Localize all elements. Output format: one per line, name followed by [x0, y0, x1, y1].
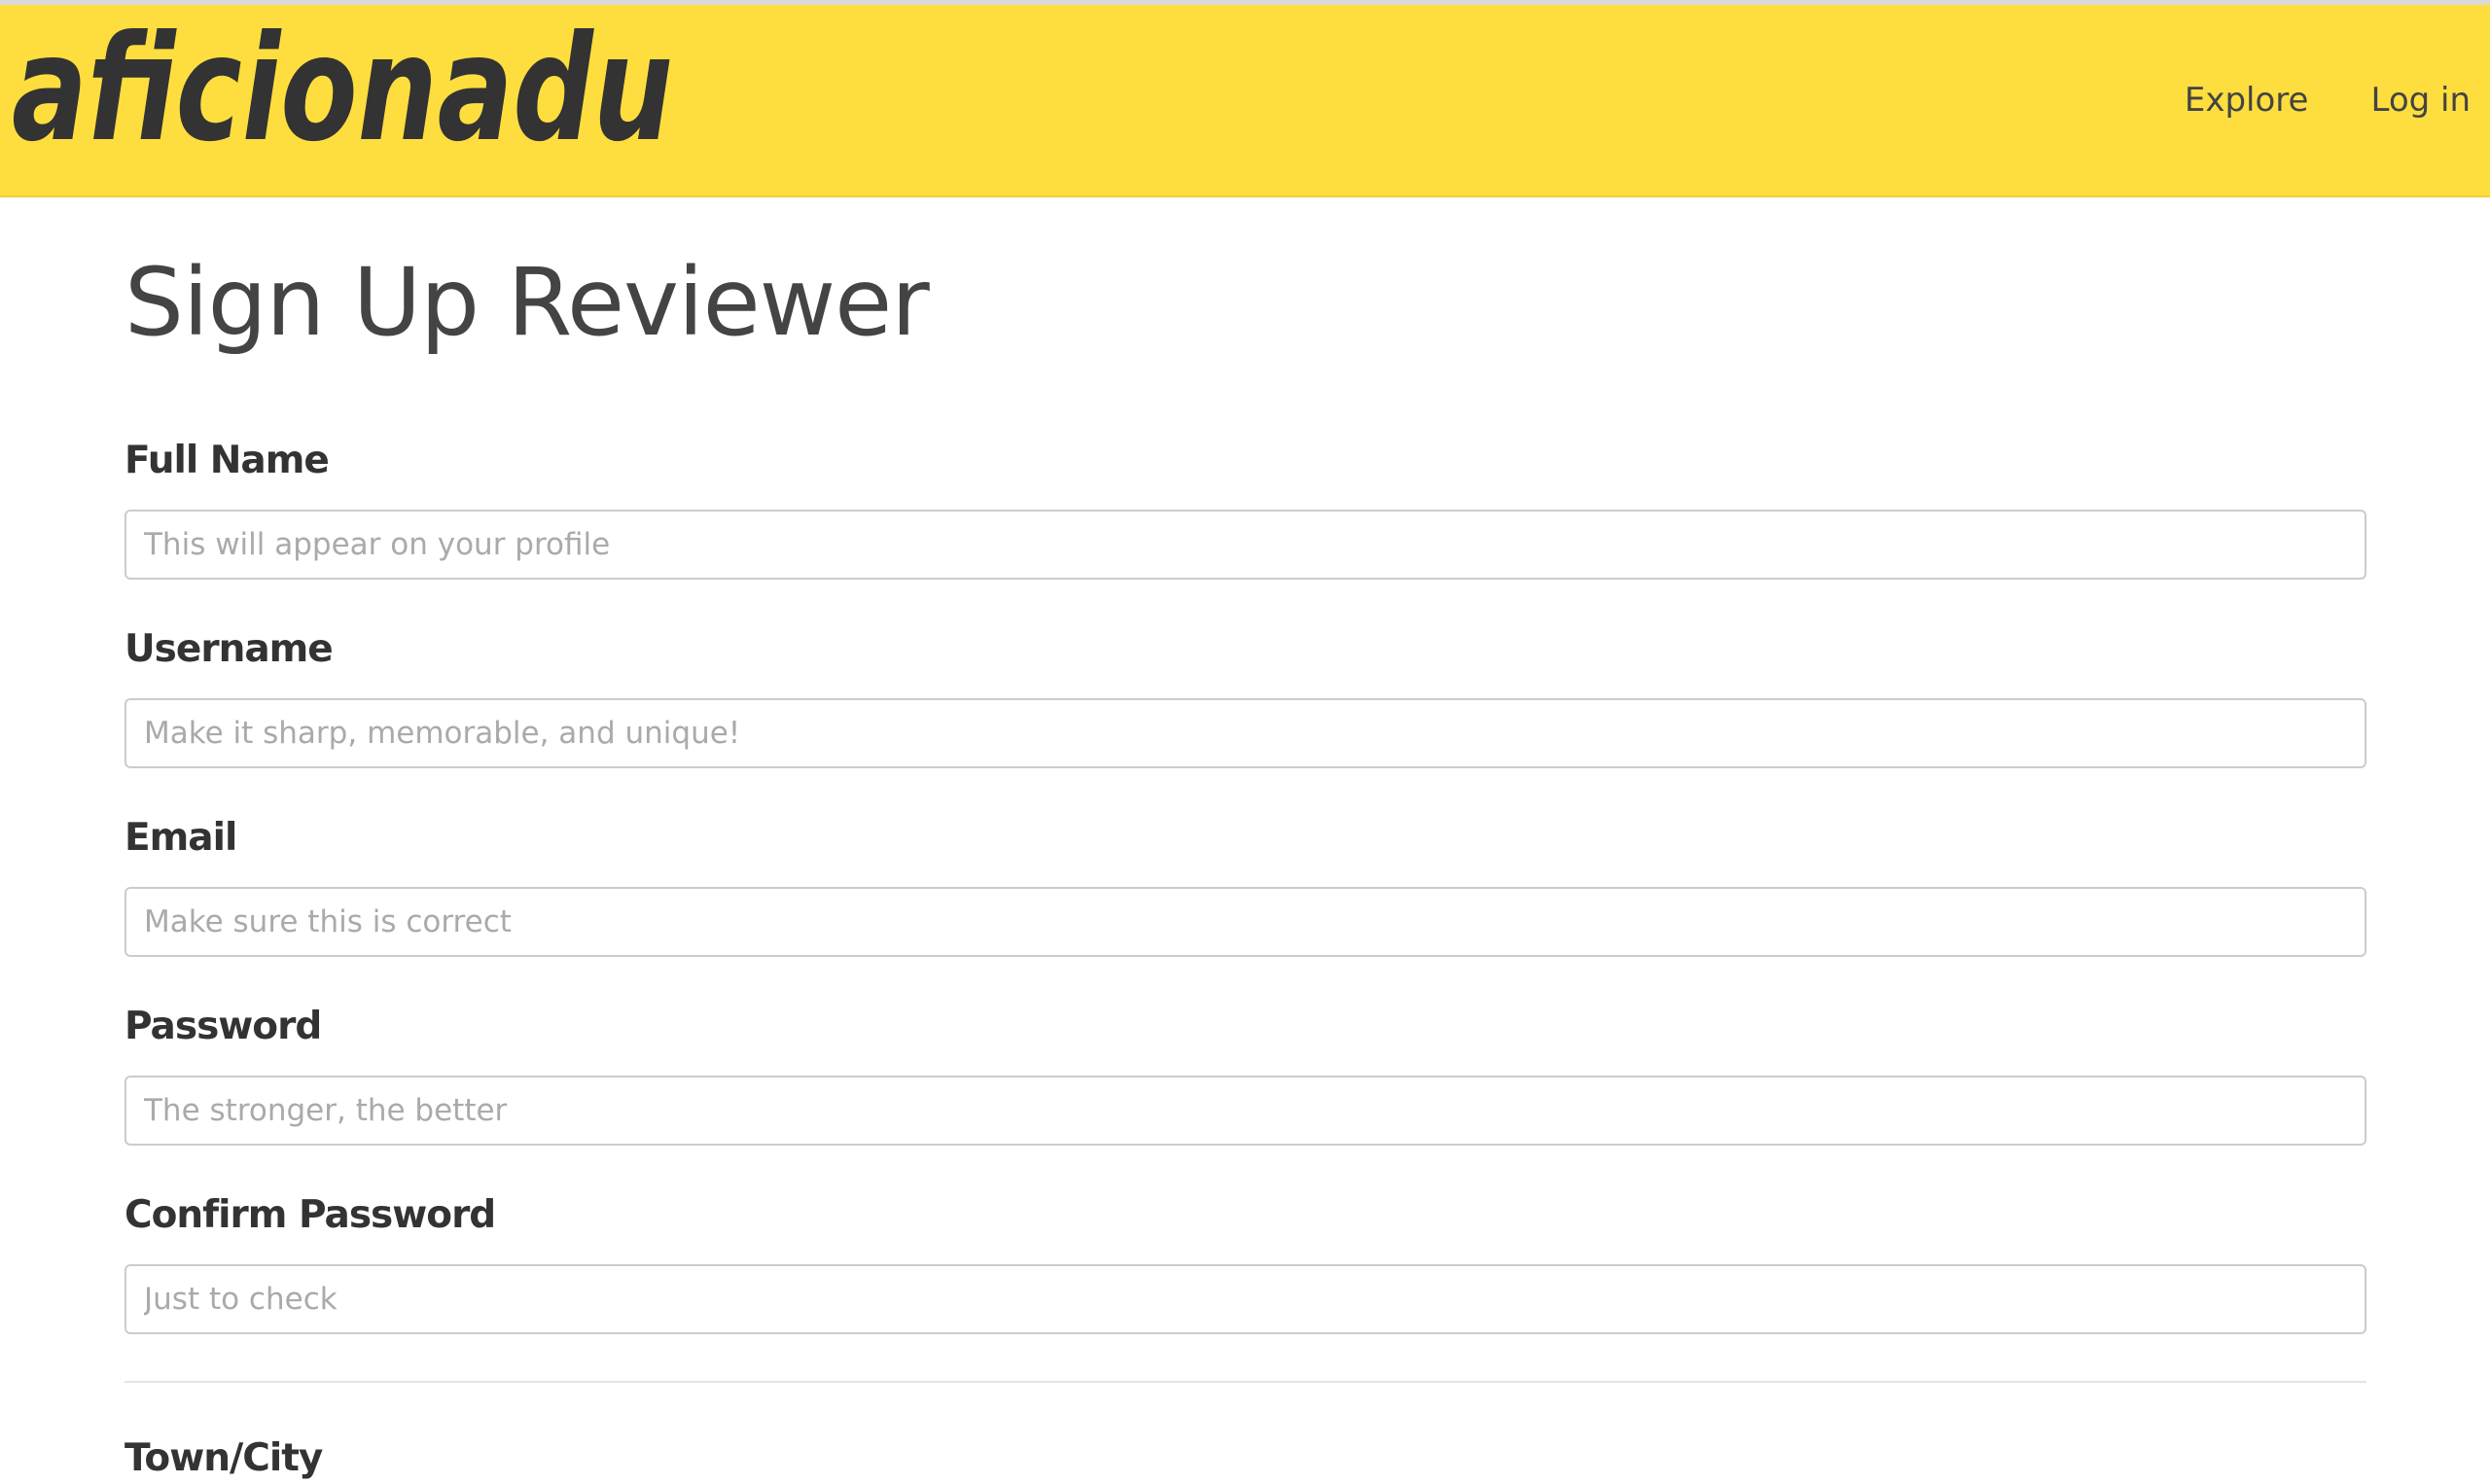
- username-label: Username: [124, 627, 334, 671]
- confirm-password-label: Confirm Password: [124, 1193, 496, 1237]
- page-title: Sign Up Reviewer: [124, 248, 930, 357]
- password-group: Password: [124, 1002, 2366, 1146]
- signup-form-container: Sign Up Reviewer Full Name Username Emai…: [124, 197, 2366, 1484]
- email-input[interactable]: [124, 887, 2366, 957]
- password-input[interactable]: [124, 1076, 2366, 1146]
- confirm-password-group: Confirm Password: [124, 1190, 2366, 1334]
- town-city-label: Town/City: [124, 1436, 323, 1480]
- username-input[interactable]: [124, 698, 2366, 768]
- nav-explore-link[interactable]: Explore: [2185, 81, 2309, 120]
- full-name-label: Full Name: [124, 439, 330, 482]
- brand-logo-text: aficionadu: [12, 13, 673, 174]
- username-group: Username: [124, 624, 2366, 768]
- nav-links: Explore Log in: [2122, 5, 2471, 195]
- town-city-group: Town/City: [124, 1433, 2366, 1484]
- password-label: Password: [124, 1005, 322, 1048]
- navbar: aficionadu Explore Log in: [0, 5, 2490, 197]
- full-name-input[interactable]: [124, 510, 2366, 580]
- full-name-group: Full Name: [124, 436, 2366, 580]
- confirm-password-input[interactable]: [124, 1264, 2366, 1334]
- nav-login-link[interactable]: Log in: [2370, 81, 2471, 120]
- email-group: Email: [124, 813, 2366, 957]
- email-label: Email: [124, 816, 237, 860]
- section-divider: [124, 1381, 2366, 1383]
- brand-logo[interactable]: aficionadu: [12, 13, 693, 178]
